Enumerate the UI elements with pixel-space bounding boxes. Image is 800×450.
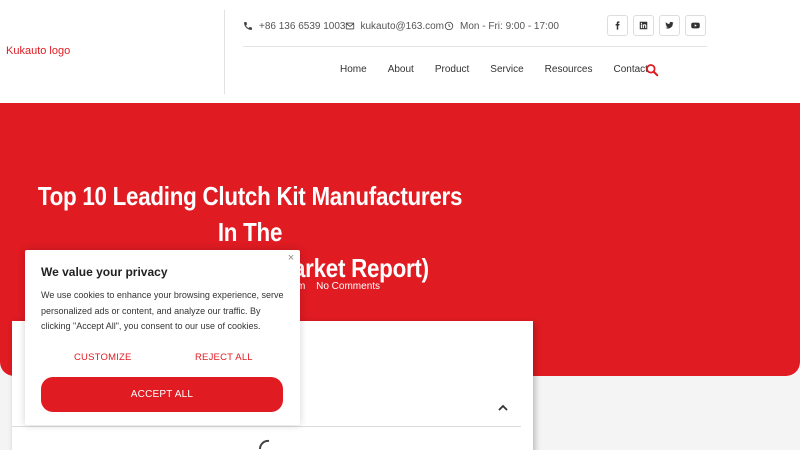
page: Kukauto logo +86 136 6539 1003 kukauto@1… [0,0,800,450]
nav-resources[interactable]: Resources [545,64,593,75]
nav-contact[interactable]: Contact [613,64,647,75]
contact-hours: Mon - Fri: 9:00 - 17:00 [444,21,559,32]
linkedin-link[interactable] [633,15,654,36]
phone-icon [244,22,252,30]
clock-icon [444,21,454,31]
linkedin-icon [639,21,648,30]
twitter-link[interactable] [659,15,680,36]
nav-home[interactable]: Home [340,64,367,75]
main-nav: Home About Product Service Resources Con… [340,64,669,75]
facebook-link[interactable] [607,15,628,36]
cookie-description: We use cookies to enhance your browsing … [41,290,284,331]
contact-email[interactable]: kukauto@163.com [345,21,444,32]
search-icon [646,64,659,77]
nav-about[interactable]: About [388,64,414,75]
loading-spinner-icon [255,437,277,450]
youtube-icon [691,22,700,29]
header-divider [224,10,225,94]
cookie-title: We value your privacy [41,265,168,279]
youtube-link[interactable] [685,15,706,36]
cookie-consent-dialog: × We value your privacy We use cookies t… [25,250,300,425]
post-title-line1: Top 10 Leading Clutch Kit Manufacturers … [37,181,463,247]
post-comments-link[interactable]: No Comments [316,281,380,292]
contact-email-text: kukauto@163.com [360,20,445,32]
post-meta: m No Comments [297,281,380,292]
customize-button[interactable]: CUSTOMIZE [74,352,132,363]
reject-all-button[interactable]: REJECT ALL [195,352,253,363]
contact-hours-text: Mon - Fri: 9:00 - 17:00 [460,20,559,32]
accept-all-button[interactable]: ACCEPT ALL [41,377,283,412]
contact-bar: +86 136 6539 1003 kukauto@163.com Mon - … [243,18,559,34]
nav-service[interactable]: Service [490,64,523,75]
toc-divider [12,426,521,427]
social-links [607,15,706,36]
contact-phone-text: +86 136 6539 1003 [259,20,346,32]
contact-phone[interactable]: +86 136 6539 1003 [243,21,345,32]
site-logo[interactable]: Kukauto logo [6,45,70,57]
twitter-icon [665,21,674,29]
toc-toggle[interactable] [497,400,509,411]
search-button[interactable] [645,63,660,78]
chevron-up-icon [498,404,508,411]
envelope-icon [346,22,355,30]
close-icon[interactable]: × [285,252,297,264]
nav-product[interactable]: Product [435,64,469,75]
site-header: Kukauto logo +86 136 6539 1003 kukauto@1… [0,0,800,103]
header-rule [243,46,707,47]
facebook-icon [615,21,620,30]
